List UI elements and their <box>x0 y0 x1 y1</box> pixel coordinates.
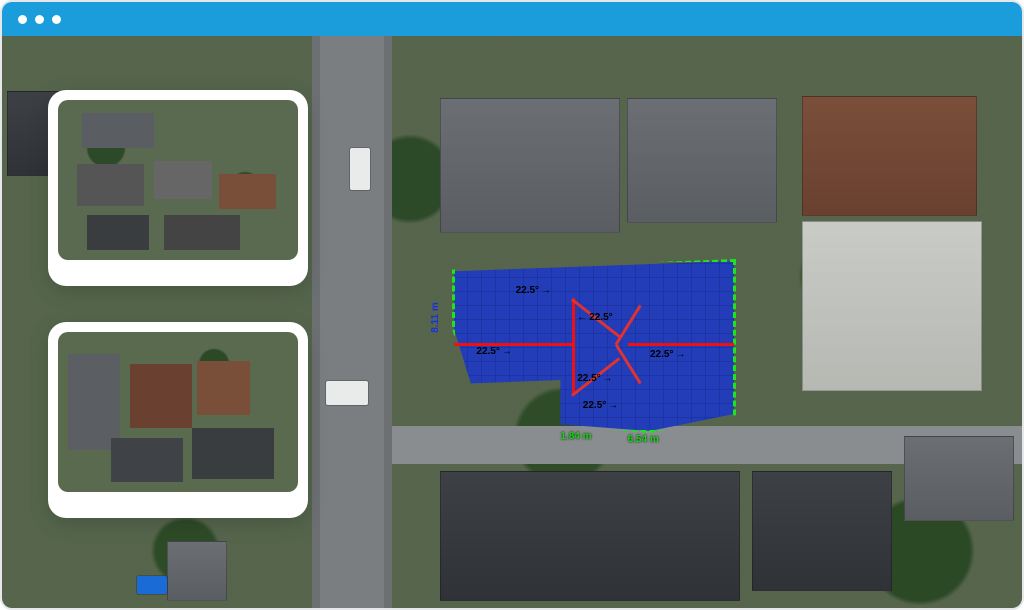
thumbnail-panel <box>48 90 308 518</box>
roof-neighbor <box>627 98 777 223</box>
roof-neighbor <box>440 98 620 233</box>
vehicle <box>326 381 368 405</box>
window-dot-2 <box>35 15 44 24</box>
roof-neighbor <box>904 436 1014 521</box>
thumbnail-card[interactable] <box>48 322 308 518</box>
roof-outline <box>452 259 736 433</box>
roof-ridge <box>572 298 575 393</box>
window-dot-3 <box>52 15 61 24</box>
vehicle <box>137 576 167 594</box>
roof-neighbor <box>752 471 892 591</box>
window-dot-1 <box>18 15 27 24</box>
browser-frame: 22.5° 22.5° 22.5° 22.5° 22.5° 22.5° 8.11… <box>0 0 1024 610</box>
thumbnail-image <box>58 100 298 260</box>
vehicle <box>350 148 370 190</box>
roof-neighbor <box>440 471 740 601</box>
measured-roof-overlay[interactable]: 22.5° 22.5° 22.5° 22.5° 22.5° 22.5° 8.11… <box>454 261 734 431</box>
roof-neighbor <box>167 541 227 601</box>
roof-neighbor <box>802 221 982 391</box>
title-bar <box>2 2 1022 36</box>
map-viewport[interactable]: 22.5° 22.5° 22.5° 22.5° 22.5° 22.5° 8.11… <box>2 36 1022 608</box>
roof-ridge <box>628 343 734 346</box>
thumbnail-image <box>58 332 298 492</box>
roof-ridge <box>454 343 572 346</box>
roof-neighbor <box>802 96 977 216</box>
thumbnail-card[interactable] <box>48 90 308 286</box>
road-vertical <box>312 36 392 608</box>
